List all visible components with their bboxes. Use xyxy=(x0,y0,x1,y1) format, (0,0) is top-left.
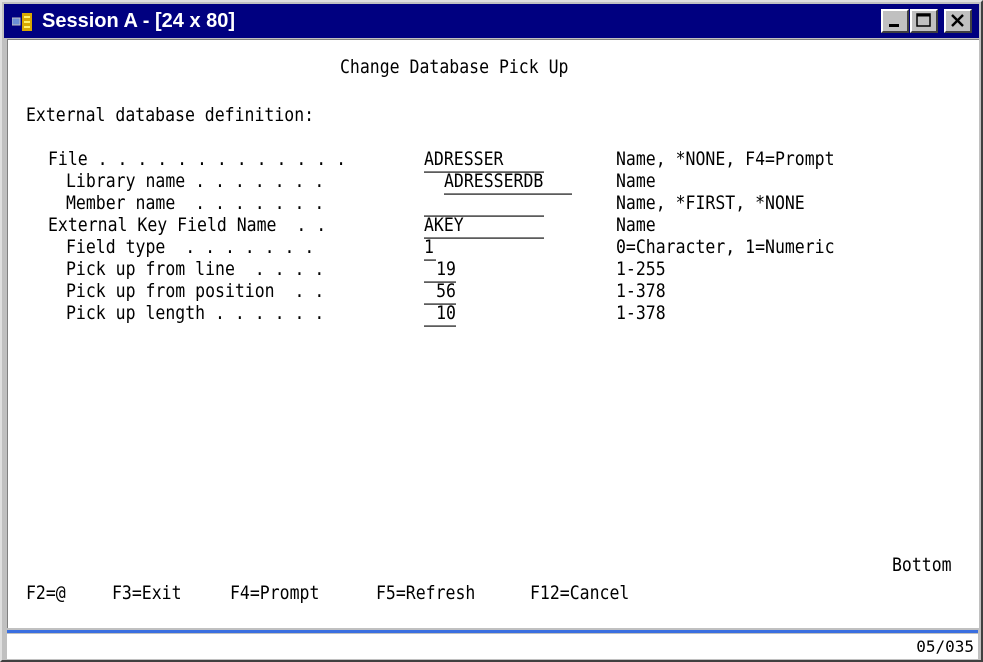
minimize-button[interactable] xyxy=(881,9,909,33)
file-label: File . . . . . . . . . . . . . xyxy=(48,148,347,170)
key-field-hint: Name xyxy=(616,214,656,236)
pick-line-label: Pick up from line . . . . xyxy=(66,258,325,280)
emulator-window: Session A - [24 x 80] Change Database Pi… xyxy=(0,0,983,662)
minimize-icon xyxy=(889,24,899,27)
f5-refresh-key[interactable]: F5=Refresh xyxy=(376,582,475,604)
terminal-screen[interactable]: Change Database Pick Up External databas… xyxy=(7,39,979,628)
status-bar: 05/035 xyxy=(7,633,978,659)
library-input[interactable]: ADRESSERDB xyxy=(444,170,572,195)
pick-line-hint: 1-255 xyxy=(616,258,666,280)
field-type-input[interactable]: 1 xyxy=(424,236,436,261)
scroll-indicator: Bottom xyxy=(892,554,952,576)
pick-line-input[interactable]: 19 xyxy=(424,258,456,283)
window-title: Session A - [24 x 80] xyxy=(42,10,236,32)
close-button[interactable] xyxy=(944,9,972,33)
pick-length-hint: 1-378 xyxy=(616,302,666,324)
file-input[interactable]: ADRESSER xyxy=(424,148,544,173)
cursor-position: 05/035 xyxy=(916,637,974,656)
f4-prompt-key[interactable]: F4=Prompt xyxy=(230,582,319,604)
key-field-input[interactable]: AKEY xyxy=(424,214,544,239)
maximize-icon xyxy=(916,13,931,27)
field-type-hint: 0=Character, 1=Numeric xyxy=(616,236,835,258)
title-bar[interactable]: Session A - [24 x 80] xyxy=(4,4,979,38)
screen-title: Change Database Pick Up xyxy=(340,56,569,78)
pick-length-label: Pick up length . . . . . . xyxy=(66,302,325,324)
key-field-label: External Key Field Name . . xyxy=(48,214,327,236)
f12-cancel-key[interactable]: F12=Cancel xyxy=(530,582,629,604)
member-input[interactable] xyxy=(424,192,544,217)
library-hint: Name xyxy=(616,170,656,192)
pick-position-label: Pick up from position . . xyxy=(66,280,325,302)
f3-exit-key[interactable]: F3=Exit xyxy=(112,582,182,604)
close-icon xyxy=(951,14,964,27)
pick-position-hint: 1-378 xyxy=(616,280,666,302)
file-hint: Name, *NONE, F4=Prompt xyxy=(616,148,835,170)
pick-position-input[interactable]: 56 xyxy=(424,280,456,305)
maximize-button[interactable] xyxy=(910,9,938,33)
f2-key[interactable]: F2=@ xyxy=(26,582,66,604)
member-hint: Name, *FIRST, *NONE xyxy=(616,192,805,214)
library-label: Library name . . . . . . . xyxy=(66,170,325,192)
member-label: Member name . . . . . . . xyxy=(66,192,325,214)
pick-length-input[interactable]: 10 xyxy=(424,302,456,327)
field-type-label: Field type . . . . . . . xyxy=(66,236,315,258)
terminal-session-icon[interactable] xyxy=(11,13,34,31)
section-label: External database definition: xyxy=(26,104,315,126)
